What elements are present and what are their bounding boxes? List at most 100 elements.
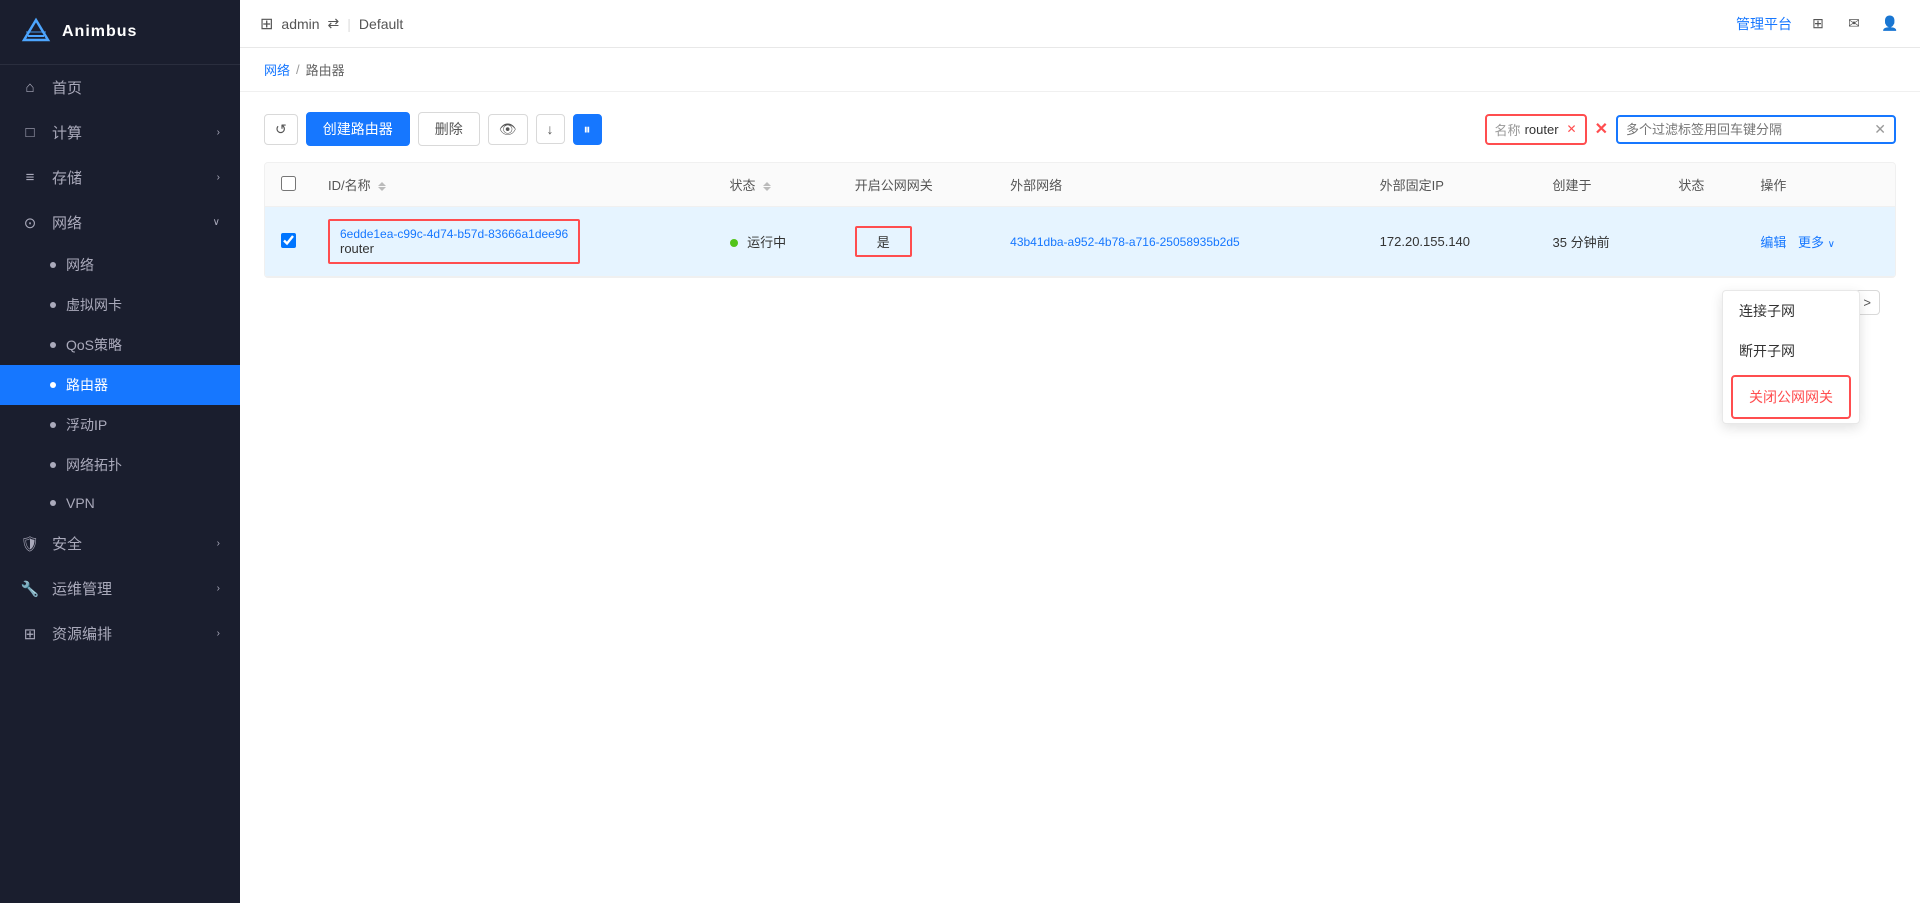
eye-button[interactable]: 👁 — [488, 114, 528, 145]
filter-tag-value: router — [1525, 122, 1559, 137]
admin-label: admin — [281, 16, 319, 32]
select-all-checkbox[interactable] — [281, 176, 296, 191]
grid-view-icon[interactable]: ⊞ — [1808, 14, 1828, 34]
col-status: 状态 — [714, 163, 839, 207]
table-container: ID/名称 状态 — [264, 162, 1896, 278]
row-checkbox[interactable] — [281, 233, 296, 248]
chevron-right-icon: › — [217, 127, 220, 138]
user-icon[interactable]: 👤 — [1880, 14, 1900, 34]
logo-icon — [20, 16, 52, 48]
create-router-button[interactable]: 创建路由器 — [306, 112, 410, 146]
breadcrumb-router: 路由器 — [306, 60, 345, 79]
close-gateway-item[interactable]: 关闭公网网关 — [1731, 375, 1851, 419]
chevron-right-icon: › — [217, 172, 220, 183]
filter-tag: 名称 router ✕ — [1485, 114, 1587, 145]
pause-button[interactable]: ⏸ — [573, 114, 602, 145]
sync-icon[interactable]: ⇄ — [328, 15, 340, 32]
connect-subnet-item[interactable]: 连接子网 — [1723, 291, 1859, 331]
chevron-down-icon: ∨ — [213, 217, 220, 228]
dot-icon — [50, 302, 56, 308]
resource-icon: ⊞ — [20, 624, 40, 644]
topbar-divider: | — [347, 16, 351, 32]
sort-icon — [763, 182, 771, 191]
home-icon: ⌂ — [20, 78, 40, 98]
chevron-right-icon: › — [217, 628, 220, 639]
dot-icon — [50, 382, 56, 388]
logo: Animbus — [0, 0, 240, 65]
network-icon: ⊙ — [20, 213, 40, 233]
sidebar-item-security[interactable]: 🛡 安全 › — [0, 521, 240, 566]
sidebar-nav: ⌂ 首页 □ 计算 › ≡ 存储 › ⊙ 网络 ∨ 网络 虚拟网卡 — [0, 65, 240, 903]
sidebar-item-storage[interactable]: ≡ 存储 › — [0, 155, 240, 200]
toolbar: ↺ 创建路由器 删除 👁 ↓ ⏸ 名称 router ✕ — [264, 112, 1896, 146]
topbar-right: 管理平台 ⊞ ✉ 👤 — [1736, 14, 1900, 34]
sidebar-item-router[interactable]: 路由器 — [0, 365, 240, 405]
chevron-right-icon: › — [217, 538, 220, 549]
col-gateway: 开启公网网关 — [839, 163, 994, 207]
dropdown-menu: 连接子网 断开子网 关闭公网网关 — [1722, 290, 1860, 424]
filter-area: 名称 router ✕ ✕ ✕ — [1485, 114, 1896, 145]
sidebar-item-vpn[interactable]: VPN — [0, 485, 240, 521]
dot-icon — [50, 462, 56, 468]
refresh-button[interactable]: ↺ — [264, 114, 298, 145]
gateway-cell: 是 — [855, 226, 912, 257]
pause-icon: ⏸ — [584, 121, 591, 138]
filter-tag-label: 名称 — [1495, 120, 1521, 139]
pagination: 总计： 1 < 1 > — [264, 278, 1896, 327]
col-id-name: ID/名称 — [312, 163, 714, 207]
search-close-button[interactable]: ✕ — [1874, 121, 1886, 138]
ops-icon: 🔧 — [20, 579, 40, 599]
sidebar-item-resource[interactable]: ⊞ 资源编排 › — [0, 611, 240, 656]
sort-icon — [378, 182, 386, 191]
router-name: router — [340, 241, 568, 256]
logo-text: Animbus — [62, 23, 137, 41]
state-label — [1662, 207, 1744, 277]
mail-icon[interactable]: ✉ — [1844, 14, 1864, 34]
created-time: 35 分钟前 — [1537, 207, 1663, 277]
topbar-left: ⊞ admin ⇄ | Default — [260, 14, 403, 34]
disconnect-subnet-item[interactable]: 断开子网 — [1723, 331, 1859, 371]
compute-icon: □ — [20, 123, 40, 143]
download-icon: ↓ — [547, 121, 554, 137]
col-created: 创建于 — [1537, 163, 1663, 207]
sidebar-item-network-sub[interactable]: 网络 — [0, 245, 240, 285]
dot-icon — [50, 342, 56, 348]
sidebar-item-qos[interactable]: QoS策略 — [0, 325, 240, 365]
dot-icon — [50, 422, 56, 428]
col-state: 状态 — [1662, 163, 1744, 207]
sidebar-item-floating-ip[interactable]: 浮动IP — [0, 405, 240, 445]
download-button[interactable]: ↓ — [536, 114, 565, 144]
filter-tag-close-button[interactable]: ✕ — [1567, 122, 1577, 136]
external-network[interactable]: 43b41dba-a952-4b78-a716-25058935b2d5 — [1010, 235, 1240, 249]
sidebar-item-ops[interactable]: 🔧 运维管理 › — [0, 566, 240, 611]
sidebar-item-virtual-nic[interactable]: 虚拟网卡 — [0, 285, 240, 325]
breadcrumb-separator: / — [296, 62, 300, 77]
search-box: ✕ — [1616, 115, 1896, 144]
dot-icon — [50, 500, 56, 506]
main-content: ⊞ admin ⇄ | Default 管理平台 ⊞ ✉ 👤 网络 / 路由器 … — [240, 0, 1920, 903]
more-chevron-icon: ∨ — [1828, 239, 1835, 250]
grid-icon: ⊞ — [260, 14, 273, 34]
edit-button[interactable]: 编辑 — [1760, 235, 1786, 250]
more-button[interactable]: 更多 — [1798, 235, 1824, 250]
refresh-icon: ↺ — [275, 121, 287, 138]
breadcrumb-network[interactable]: 网络 — [264, 60, 290, 79]
router-id-cell: 6edde1ea-c99c-4d74-b57d-83666a1dee96 rou… — [328, 219, 580, 264]
topbar: ⊞ admin ⇄ | Default 管理平台 ⊞ ✉ 👤 — [240, 0, 1920, 48]
router-id[interactable]: 6edde1ea-c99c-4d74-b57d-83666a1dee96 — [340, 227, 568, 241]
sidebar-item-network[interactable]: ⊙ 网络 ∨ — [0, 200, 240, 245]
filter-clear-button[interactable]: ✕ — [1595, 119, 1608, 139]
sidebar-item-home[interactable]: ⌂ 首页 — [0, 65, 240, 110]
management-link[interactable]: 管理平台 — [1736, 14, 1792, 34]
sidebar: Animbus ⌂ 首页 □ 计算 › ≡ 存储 › ⊙ 网络 ∨ 网络 — [0, 0, 240, 903]
dot-icon — [50, 262, 56, 268]
col-action: 操作 — [1744, 163, 1895, 207]
external-ip: 172.20.155.140 — [1364, 207, 1537, 277]
sidebar-item-compute[interactable]: □ 计算 › — [0, 110, 240, 155]
table-row: 6edde1ea-c99c-4d74-b57d-83666a1dee96 rou… — [265, 207, 1895, 277]
search-input[interactable] — [1626, 122, 1870, 137]
shield-icon: 🛡 — [20, 534, 40, 554]
sidebar-item-topology[interactable]: 网络拓扑 — [0, 445, 240, 485]
delete-button[interactable]: 删除 — [418, 112, 480, 146]
status-dot — [730, 239, 738, 247]
